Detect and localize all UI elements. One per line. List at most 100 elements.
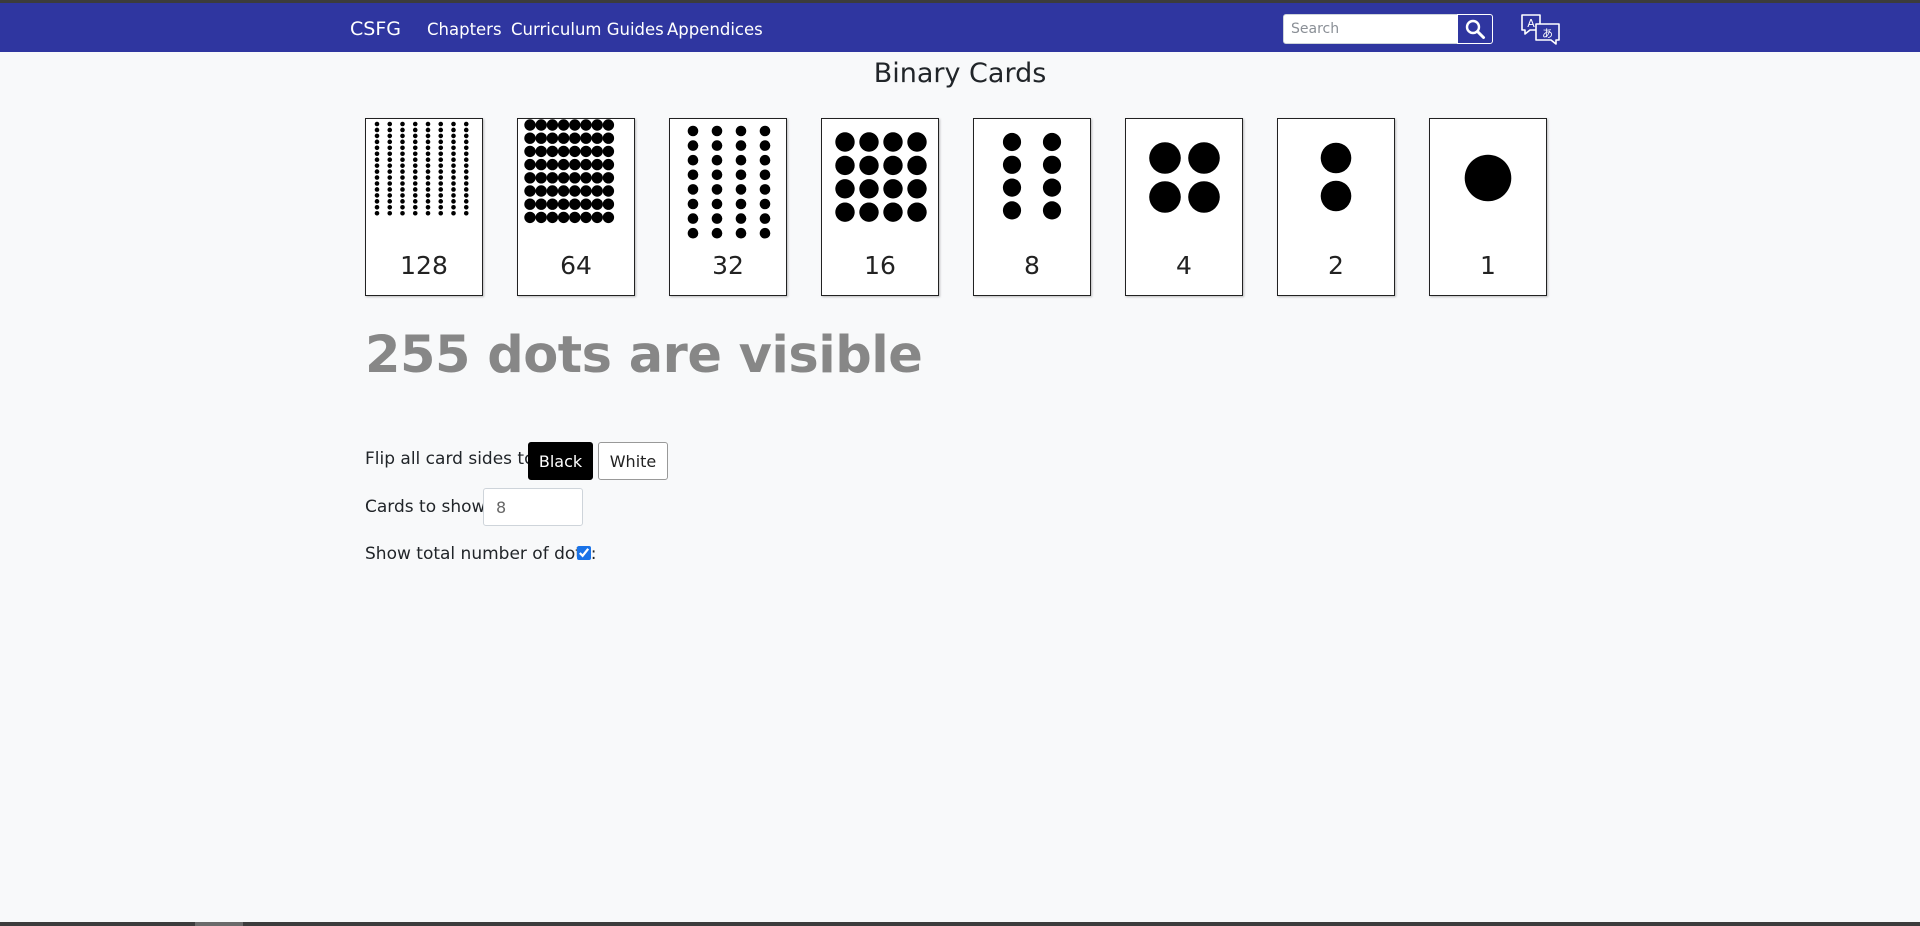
dot <box>711 154 723 166</box>
dot <box>711 140 723 151</box>
dot <box>569 185 581 197</box>
dot <box>387 210 393 216</box>
nav-link-appendices[interactable]: Appendices <box>667 20 763 39</box>
dot <box>400 139 405 145</box>
dot <box>425 151 431 157</box>
dot <box>451 127 456 133</box>
flip-sides-label: Flip all card sides to: <box>365 449 541 469</box>
dot <box>859 155 879 176</box>
dot <box>602 211 615 224</box>
dot <box>438 127 444 133</box>
binary-card-32[interactable]: 32 <box>669 118 787 296</box>
dot <box>451 199 456 204</box>
dot <box>1042 201 1062 220</box>
dot <box>1464 154 1512 202</box>
nav-link-curriculum-guides[interactable]: Curriculum Guides <box>511 20 664 39</box>
search-button[interactable] <box>1457 14 1493 44</box>
dot <box>400 187 405 192</box>
dot <box>374 199 380 204</box>
dot <box>569 172 581 184</box>
dot <box>759 198 771 210</box>
binary-card-128[interactable]: 128 <box>365 118 483 296</box>
dot <box>425 193 431 198</box>
dot <box>735 198 747 210</box>
binary-card-16[interactable]: 16 <box>821 118 939 296</box>
dot <box>711 184 723 195</box>
dot <box>759 125 771 137</box>
dot <box>1002 155 1022 174</box>
dot <box>602 119 615 131</box>
dot <box>711 169 723 181</box>
dot <box>463 175 469 180</box>
dot <box>438 193 444 198</box>
dot <box>687 169 699 181</box>
dot <box>591 211 603 224</box>
nav-link-chapters[interactable]: Chapters <box>427 20 502 39</box>
dot <box>412 205 418 210</box>
binary-card-4[interactable]: 4 <box>1125 118 1243 296</box>
flip-black-button[interactable]: Black <box>528 442 593 480</box>
dot <box>591 145 603 158</box>
search-input[interactable] <box>1283 14 1458 44</box>
dot <box>835 179 855 199</box>
dot <box>438 199 444 204</box>
binary-card-64[interactable]: 64 <box>517 118 635 296</box>
show-total-dots-label: Show total number of dots: <box>365 544 597 564</box>
dot <box>883 155 903 176</box>
dot <box>759 140 771 151</box>
card-value: 64 <box>560 251 592 280</box>
language-selector-button[interactable]: A あ <box>1520 13 1562 47</box>
dot <box>438 163 444 168</box>
dot <box>425 175 431 180</box>
card-value: 32 <box>712 251 744 280</box>
dot <box>883 132 903 152</box>
dot <box>580 132 592 144</box>
dot <box>374 181 380 186</box>
dot <box>711 125 723 137</box>
dot <box>557 185 570 197</box>
binary-card-1[interactable]: 1 <box>1429 118 1547 296</box>
cards-to-show-input[interactable] <box>483 488 583 526</box>
translate-icon: A あ <box>1521 14 1560 45</box>
dot <box>907 155 927 176</box>
dot <box>412 199 418 204</box>
dot <box>438 181 444 186</box>
binary-card-8[interactable]: 8 <box>973 118 1091 296</box>
dot <box>1042 178 1062 197</box>
dot <box>412 210 418 216</box>
dot <box>463 163 469 168</box>
dot <box>374 187 380 192</box>
dot <box>535 198 547 210</box>
dot <box>374 121 380 127</box>
dot <box>387 133 393 139</box>
dot <box>580 172 592 184</box>
dot <box>524 145 536 158</box>
dot <box>463 151 469 157</box>
dot <box>759 184 771 195</box>
dot <box>1188 181 1220 213</box>
dot <box>374 139 380 145</box>
dot <box>711 213 723 224</box>
binary-card-2[interactable]: 2 <box>1277 118 1395 296</box>
dot <box>438 187 444 192</box>
dot <box>907 132 927 152</box>
dot <box>569 132 581 144</box>
dot <box>374 133 380 139</box>
dot <box>687 154 699 166</box>
show-total-dots-checkbox[interactable] <box>577 546 591 560</box>
dot <box>400 127 405 133</box>
dot <box>524 185 536 197</box>
dot <box>463 145 469 151</box>
dot <box>374 175 380 180</box>
dot <box>400 175 405 180</box>
dot <box>711 198 723 210</box>
dot <box>569 145 581 158</box>
dot <box>546 158 559 171</box>
brand-link[interactable]: CSFG <box>350 18 401 40</box>
dot <box>835 132 855 152</box>
dot <box>400 199 405 204</box>
dot <box>438 121 444 127</box>
horizontal-scrollbar-thumb[interactable] <box>195 922 243 926</box>
dot <box>438 151 444 157</box>
flip-white-button[interactable]: White <box>598 442 668 480</box>
